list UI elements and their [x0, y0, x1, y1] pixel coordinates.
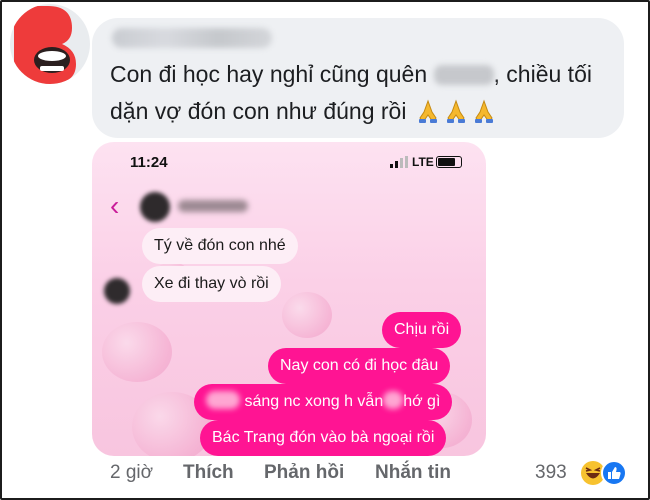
back-chevron-icon[interactable]: ‹: [110, 192, 119, 220]
network-type: LTE: [412, 155, 434, 169]
status-time: 11:24: [130, 154, 168, 171]
blurred-word: [433, 65, 494, 85]
sender-avatar: [104, 278, 130, 304]
message-button[interactable]: Nhắn tin: [375, 462, 451, 484]
contact-name-blurred: [178, 200, 248, 212]
blurred-word: [383, 391, 404, 409]
comment-author-name[interactable]: [112, 28, 272, 48]
contact-avatar: [140, 192, 170, 222]
heart-decoration: [282, 292, 332, 338]
comment-bubble: Con đi học hay nghỉ cũng quên , chiều tố…: [92, 18, 624, 138]
reaction-count[interactable]: 393: [535, 462, 567, 484]
outgoing-message: Bác Trang đón vào bà ngoại rồi: [200, 420, 447, 456]
comment-text: Con đi học hay nghỉ cũng quên , chiều tố…: [110, 61, 592, 124]
reactions[interactable]: [578, 458, 638, 488]
blurred-word: [206, 391, 240, 409]
like-button[interactable]: Thích: [183, 462, 234, 484]
avatar[interactable]: [10, 4, 90, 84]
like-reaction-icon: [601, 460, 627, 486]
folded-hands-icon: [413, 98, 497, 124]
battery-icon: [436, 156, 462, 168]
attached-screenshot[interactable]: 11:24 LTE ‹ Tý về đón con nhé Xe đi thay…: [92, 142, 486, 456]
incoming-message: Xe đi thay vò rồi: [142, 266, 281, 302]
outgoing-message: Nay con có đi học đâu: [268, 348, 451, 384]
outgoing-message: Chịu rồi: [382, 312, 462, 348]
logo-icon: [14, 6, 76, 84]
status-bar: 11:24 LTE: [92, 142, 486, 178]
comment-timestamp: 2 giờ: [110, 462, 154, 483]
signal-icon: [390, 156, 408, 168]
heart-decoration: [102, 322, 172, 382]
outgoing-message: sáng nc xong h vẫn hớ gì: [194, 384, 453, 420]
reply-button[interactable]: Phản hồi: [264, 462, 344, 484]
incoming-message: Tý về đón con nhé: [142, 228, 298, 264]
